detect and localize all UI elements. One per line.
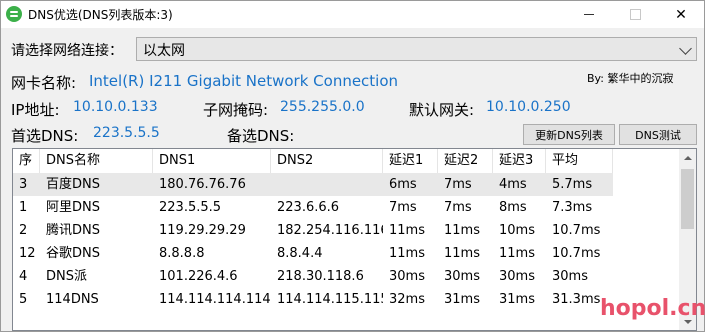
maximize-button[interactable] [612,1,658,28]
window-title: DNS优选(DNS列表版本:3) [28,8,173,22]
table-row[interactable]: 3 百度DNS 180.76.76.76 6ms 7ms 4ms 5.7ms [13,173,613,196]
table-row[interactable]: 1 阿里DNS 223.5.5.5 223.6.6.6 7ms 7ms 8ms 7.3ms [13,196,613,219]
cell-col-index: 3 [19,177,28,192]
cell-col-dns-name: DNS派 [46,269,87,284]
cell-col-dns1: 8.8.8.8 [159,246,205,261]
cell-col-average: 5.7ms [552,177,593,192]
cell-col-dns1: 114.114.114.114 [159,292,271,307]
cell-col-dns-name: 谷歌DNS [46,246,100,261]
cell-col-dns2: 8.8.4.4 [277,246,323,261]
cell-col-dns2: 182.254.116.116 [277,223,383,238]
mask-value: 255.255.0.0 [280,99,365,115]
secondary-dns-label: 备选DNS: [227,127,295,145]
adapter-name-value: Intel(R) I211 Gigabit Network Connection [89,72,399,90]
header-col-average[interactable]: 平均 [546,149,613,173]
cell-col-latency3: 4ms [499,177,527,192]
cell-col-average: 10.7ms [552,223,601,238]
table-row[interactable]: 2 腾讯DNS 119.29.29.29 182.254.116.116 11ms 11m… [13,219,613,242]
connection-label: 请选择网络连接： [11,43,123,59]
author-credit: By: 繁华中的沉寂 [587,72,674,85]
chevron-down-icon [679,42,692,55]
header-col-latency3[interactable]: 延迟3 [493,149,546,173]
scrollbar-thumb[interactable] [681,169,694,230]
gateway-label: 默认网关: [409,101,475,119]
cell-col-latency2: 11ms [444,246,480,261]
title-bar: DNS优选(DNS列表版本:3) ✕ [1,1,704,28]
chevron-up-icon [683,155,692,160]
header-col-latency2[interactable]: 延迟2 [438,149,493,173]
cell-col-latency2: 30ms [444,269,480,284]
cell-col-latency3: 11ms [499,246,535,261]
cell-col-dns-name: 腾讯DNS [46,223,100,238]
gateway-value: 10.10.0.250 [486,99,571,115]
site-watermark: hopol.cn [600,296,705,321]
table-header: 序 DNS名称 DNS1 DNS2 延迟1 延迟2 延迟3 平均 [13,149,679,173]
cell-col-latency1: 11ms [389,246,425,261]
ip-value: 10.10.0.133 [73,99,158,115]
header-col-dns1[interactable]: DNS1 [153,149,271,173]
table-row-partial[interactable] [13,311,613,330]
cell-col-index: 4 [19,269,28,284]
cell-col-average: 7.3ms [552,200,593,215]
primary-dns-label: 首选DNS: [11,127,79,145]
header-col-index[interactable]: 序 [13,149,40,173]
table-row[interactable]: 12 谷歌DNS 8.8.8.8 8.8.4.4 11ms 11ms 11ms 10.7ms [13,242,613,265]
table-row[interactable]: 4 DNS派 101.226.4.6 218.30.118.6 30ms 30ms 30ms… [13,265,613,288]
cell-col-latency1: 6ms [389,177,417,192]
connection-select[interactable]: 以太网 [136,37,697,61]
cell-col-latency2: 7ms [444,200,472,215]
cell-col-index: 1 [19,200,28,215]
cell-col-latency1: 7ms [389,200,417,215]
dns-optimizer-window: DNS优选(DNS列表版本:3) ✕ 请选择网络连接： 以太网 网卡名称: In… [0,0,705,332]
close-button[interactable]: ✕ [658,1,704,28]
mask-label: 子网掩码: [203,101,269,119]
cell-col-dns-name: 百度DNS [46,177,100,192]
scroll-up-button[interactable] [679,149,696,166]
cell-col-index: 2 [19,223,28,238]
cell-col-latency1: 32ms [389,292,425,307]
cell-col-dns1: 223.5.5.5 [159,200,222,215]
cell-col-dns1: 119.29.29.29 [159,223,246,238]
cell-col-dns-name: 114DNS [46,292,99,307]
cell-col-dns-name: 阿里DNS [46,200,100,215]
cell-col-latency3: 31ms [499,292,535,307]
cell-col-dns1: 101.226.4.6 [159,269,238,284]
close-icon: ✕ [675,6,687,23]
cell-col-dns2: 223.6.6.6 [277,200,340,215]
cell-col-latency2: 7ms [444,177,472,192]
header-col-dns2[interactable]: DNS2 [271,149,383,173]
cell-col-latency3: 8ms [499,200,527,215]
cell-col-latency3: 30ms [499,269,535,284]
app-logo-icon [6,6,22,22]
cell-col-latency2: 11ms [444,223,480,238]
cell-col-average: 10.7ms [552,246,601,261]
dns-results-table[interactable]: 序 DNS名称 DNS1 DNS2 延迟1 延迟2 延迟3 平均 3 百度DNS 180.76.7… [12,148,697,331]
cell-col-dns1: 180.76.76.76 [159,177,246,192]
cell-col-dns2 [271,173,383,196]
header-col-dns-name[interactable]: DNS名称 [40,149,153,173]
cell-col-average: 30ms [552,269,588,284]
cell-col-index: 12 [19,246,36,261]
adapter-name-label: 网卡名称: [11,74,77,92]
cell-col-latency1: 30ms [389,269,425,284]
dns-test-button[interactable]: DNS测试 [619,124,697,145]
minimize-icon [584,14,594,15]
ip-label: IP地址: [11,101,60,119]
header-col-latency1[interactable]: 延迟1 [383,149,438,173]
maximize-icon [629,9,641,20]
cell-col-latency1: 11ms [389,223,425,238]
cell-col-dns2: 114.114.115.115 [277,292,383,307]
table-row[interactable]: 5 114DNS 114.114.114.114 114.114.115.115 32m… [13,288,613,311]
update-dns-list-button[interactable]: 更新DNS列表 [523,124,615,145]
minimize-button[interactable] [566,1,612,28]
cell-col-index: 5 [19,292,28,307]
cell-col-latency2: 31ms [444,292,480,307]
cell-col-dns2: 218.30.118.6 [277,269,364,284]
primary-dns-value: 223.5.5.5 [93,125,160,141]
cell-col-latency3: 10ms [499,223,535,238]
connection-selected-value: 以太网 [143,43,185,59]
